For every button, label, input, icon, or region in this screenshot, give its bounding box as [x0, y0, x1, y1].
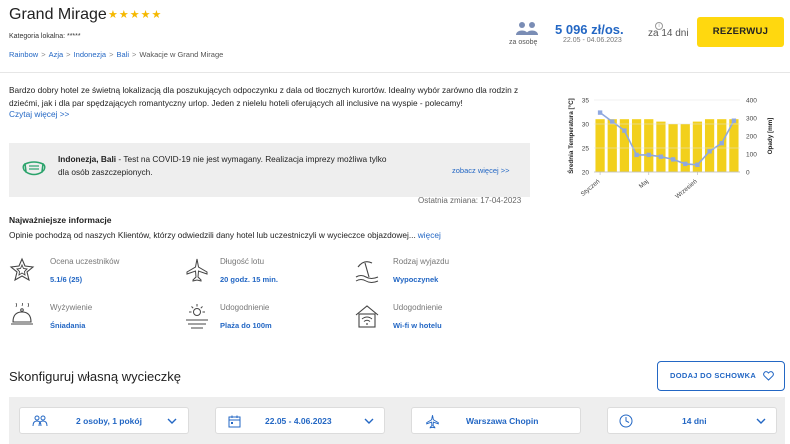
breadcrumb-item[interactable]: Azja	[49, 50, 64, 59]
y-tick-label: 25	[582, 146, 590, 153]
star-badge-icon	[9, 257, 35, 282]
info-subtitle: Opinie pochodzą od naszych Klientów, któ…	[9, 230, 441, 240]
temperature-bar	[656, 121, 666, 172]
chevron-down-icon	[364, 418, 374, 424]
face-mask-icon	[22, 161, 46, 176]
plane-icon	[186, 258, 208, 282]
plane-icon	[426, 415, 439, 429]
clock-icon	[619, 414, 633, 428]
rainfall-point	[719, 141, 724, 146]
breadcrumb-item[interactable]: Indonezja	[74, 50, 107, 59]
add-to-favorites-button[interactable]: DODAJ DO SCHOWKA	[657, 361, 785, 391]
offer-days: za 14 dni	[648, 28, 689, 39]
rainfall-point	[695, 162, 700, 167]
info-more-link[interactable]: więcej	[418, 230, 441, 240]
covid-text: Indonezja, Bali - Test na COVID-19 nie j…	[58, 153, 388, 179]
rainfall-point	[670, 157, 676, 162]
persons-select[interactable]: 2 osoby, 1 pokój	[19, 407, 189, 434]
dates-value: 22.05 - 4.06.2023	[265, 416, 332, 426]
y-axis-title: Średnia Temperatura [°C]	[566, 98, 575, 174]
dates-select[interactable]: 22.05 - 4.06.2023	[215, 407, 385, 434]
feature-value: Wypoczynek	[393, 275, 439, 284]
y2-axis-title: Opady [mm]	[767, 118, 774, 155]
info-subtitle-text: Opinie pochodzą od naszych Klientów, któ…	[9, 230, 416, 240]
feature-value: 5.1/6 (25)	[50, 275, 83, 284]
calendar-icon	[228, 415, 241, 428]
rainfall-point	[610, 119, 615, 124]
reserve-button[interactable]: REZERWUJ	[697, 17, 784, 47]
rainfall-point	[683, 161, 688, 167]
feature-label: Ocena uczestników	[50, 257, 120, 266]
y-tick-label: 30	[582, 122, 590, 129]
feature-value: Plaża do 100m	[220, 321, 272, 330]
y2-tick-label: 200	[746, 134, 757, 141]
temperature-bar	[619, 119, 630, 172]
chevron-down-icon	[167, 418, 177, 424]
y2-tick-label: 400	[746, 98, 757, 105]
hotel-stars: ★★★★★	[108, 9, 163, 21]
food-tray-icon	[11, 303, 33, 325]
temperature-bar	[607, 119, 617, 172]
rainfall-point	[731, 118, 737, 123]
feature-label: Wyżywienie	[50, 303, 93, 312]
covid-more-link[interactable]: zobacz więcej >>	[452, 166, 510, 175]
info-heading: Najważniejsze informacje	[9, 215, 112, 225]
read-more-link[interactable]: Czytaj więcej >>	[9, 109, 69, 119]
breadcrumb: Rainbow > Azja > Indonezja > Bali > Wakacje w Gr…	[9, 50, 224, 59]
persons-icon	[516, 22, 538, 35]
temperature-bar	[595, 119, 605, 172]
feature-value: 20 godz. 15 min.	[220, 275, 278, 284]
x-tick-label: Styczeń	[580, 178, 602, 198]
breadcrumb-current: Wakacje w Grand Mirage	[139, 50, 224, 59]
local-category: Kategoria lokalna: *****	[9, 33, 81, 40]
feature-value: Śniadania	[50, 321, 86, 330]
beach-sun-icon	[186, 304, 208, 329]
y-tick-label: 35	[582, 98, 590, 105]
configure-title: Skonfiguruj własną wycieczkę	[9, 369, 181, 384]
y-tick-label: 20	[582, 170, 590, 177]
wifi-house-icon	[355, 305, 379, 328]
duration-select[interactable]: 14 dni	[607, 407, 777, 434]
offer-dates: 22.05 - 04.06.2023	[563, 37, 622, 44]
rainfall-point	[646, 152, 651, 158]
price: 5 096 zł/os.	[555, 22, 624, 37]
y2-tick-label: 0	[746, 170, 750, 177]
heart-icon	[763, 371, 774, 381]
hotel-title: Grand Mirage	[9, 6, 107, 23]
header-divider	[0, 72, 790, 73]
airport-value: Warszawa Chopin	[466, 416, 539, 426]
breadcrumb-item[interactable]: Bali	[116, 50, 129, 59]
rainfall-point	[658, 154, 664, 159]
people-icon	[32, 415, 48, 427]
feature-value: Wi-fi w hotelu	[393, 321, 442, 330]
climate-chart: 20 25 30 35 0 100 200 300 400 Styczeń Maj Wrzesień Ś…	[566, 98, 774, 201]
duration-value: 14 dni	[682, 416, 707, 426]
departure-airport-field[interactable]: Warszawa Chopin	[411, 407, 581, 434]
temperature-bar	[704, 119, 715, 172]
temperature-bar	[644, 119, 654, 172]
temperature-bar	[631, 119, 642, 172]
covid-place: Indonezja, Bali	[58, 154, 117, 164]
rainfall-point	[597, 110, 603, 115]
feature-label: Udogodnienie	[220, 303, 270, 312]
x-tick-label: Maj	[638, 178, 650, 190]
rainfall-point	[707, 149, 712, 154]
last-change: Ostatnia zmiana: 17-04-2023	[418, 196, 522, 205]
x-tick-label: Wrzesień	[674, 178, 699, 200]
rainfall-point	[634, 152, 639, 158]
feature-label: Rodzaj wyjazdu	[393, 257, 450, 266]
breadcrumb-item[interactable]: Rainbow	[9, 50, 38, 59]
rainfall-point	[622, 128, 627, 133]
feature-label: Długość lotu	[220, 257, 265, 266]
y2-tick-label: 100	[746, 152, 757, 159]
add-to-favorites-label: DODAJ DO SCHOWKA	[670, 371, 757, 380]
feature-label: Udogodnienie	[393, 303, 443, 312]
chevron-down-icon	[756, 418, 766, 424]
beach-icon	[355, 261, 379, 283]
y2-tick-label: 300	[746, 116, 757, 123]
hotel-description: Bardzo dobry hotel ze świetną lokalizacj…	[9, 85, 519, 108]
persons-value: 2 osoby, 1 pokój	[76, 416, 142, 426]
persons-label: za osobę	[509, 39, 538, 46]
